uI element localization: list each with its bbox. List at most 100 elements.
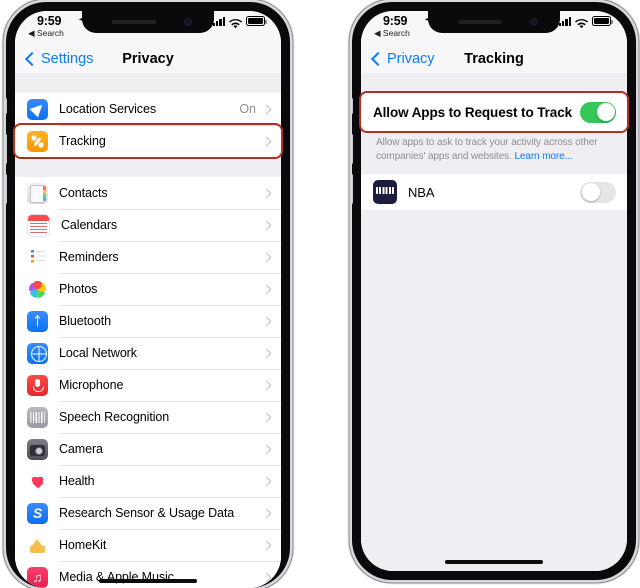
cellular-bars-icon bbox=[212, 16, 225, 26]
row-label: Microphone bbox=[59, 378, 124, 392]
toggle-knob bbox=[581, 183, 600, 201]
row-label: Health bbox=[59, 474, 95, 488]
row-local-network[interactable]: Local Network bbox=[15, 337, 281, 369]
privacy-list: Location Services On Tracking Contacts C… bbox=[15, 73, 281, 588]
row-location-services[interactable]: Location Services On bbox=[15, 93, 281, 125]
front-camera bbox=[530, 18, 538, 26]
row-label: Research Sensor & Usage Data bbox=[59, 506, 235, 520]
row-reminders[interactable]: Reminders bbox=[15, 241, 281, 273]
allow-tracking-toggle[interactable] bbox=[580, 101, 616, 123]
row-calendars[interactable]: Calendars bbox=[15, 209, 281, 241]
row-camera[interactable]: Camera bbox=[15, 433, 281, 465]
volume-up-button[interactable] bbox=[6, 134, 7, 164]
row-contacts[interactable]: Contacts bbox=[15, 177, 281, 209]
row-allow-apps-to-request-to-track[interactable]: Allow Apps to Request to Track bbox=[361, 93, 627, 131]
power-button[interactable] bbox=[289, 152, 290, 200]
location-services-icon bbox=[27, 98, 48, 120]
chevron-right-icon bbox=[261, 380, 272, 390]
volume-up-button[interactable] bbox=[352, 134, 353, 164]
earpiece-speaker bbox=[458, 20, 502, 24]
status-indicators bbox=[558, 16, 613, 29]
row-microphone[interactable]: Microphone bbox=[15, 369, 281, 401]
local-network-icon bbox=[27, 342, 48, 364]
speech-recognition-icon bbox=[27, 406, 48, 428]
phone-right-tracking: 9:59 ◀ Search Privacy Tracking Allow App… bbox=[352, 2, 636, 580]
row-media-apple-music[interactable]: Media & Apple Music bbox=[15, 561, 281, 588]
privacy-group-permissions: Contacts Calendars Reminders Photos ᛏ Bl… bbox=[15, 177, 281, 588]
row-label: Speech Recognition bbox=[59, 410, 170, 424]
row-label: HomeKit bbox=[59, 538, 107, 552]
back-label: Privacy bbox=[387, 51, 435, 67]
row-value: On bbox=[239, 102, 256, 116]
silent-switch[interactable] bbox=[6, 98, 7, 114]
chevron-right-icon bbox=[261, 476, 272, 486]
nba-tracking-toggle[interactable] bbox=[580, 181, 616, 203]
chevron-right-icon bbox=[261, 348, 272, 358]
row-health[interactable]: Health bbox=[15, 465, 281, 497]
row-photos[interactable]: Photos bbox=[15, 273, 281, 305]
chevron-right-icon bbox=[261, 316, 272, 326]
silent-switch[interactable] bbox=[352, 98, 353, 114]
tracking-apps-group: NBA bbox=[361, 174, 627, 210]
chevron-right-icon bbox=[261, 412, 272, 422]
chevron-right-icon bbox=[261, 188, 272, 198]
screenshot-root: 9:59 ◀ Search Settings Privacy Location … bbox=[0, 0, 640, 588]
wifi-icon bbox=[575, 16, 588, 29]
homekit-icon bbox=[27, 534, 48, 556]
back-to-privacy-button[interactable]: Privacy bbox=[370, 51, 435, 67]
row-app-nba[interactable]: NBA bbox=[361, 174, 627, 210]
power-button[interactable] bbox=[635, 152, 636, 200]
media-apple-music-icon bbox=[27, 566, 48, 588]
row-label: Reminders bbox=[59, 250, 119, 264]
section-gap bbox=[361, 73, 627, 93]
chevron-right-icon bbox=[261, 104, 272, 114]
nav-bar-right: Privacy Tracking bbox=[361, 45, 627, 73]
section-gap bbox=[15, 73, 281, 93]
row-homekit[interactable]: HomeKit bbox=[15, 529, 281, 561]
status-back-to-search[interactable]: ◀ Search bbox=[28, 28, 64, 39]
row-tracking[interactable]: Tracking bbox=[15, 125, 281, 157]
row-speech-recognition[interactable]: Speech Recognition bbox=[15, 401, 281, 433]
nav-bar-left: Settings Privacy bbox=[15, 45, 281, 73]
home-indicator[interactable] bbox=[99, 578, 197, 583]
row-label: Local Network bbox=[59, 346, 137, 360]
row-label: Allow Apps to Request to Track bbox=[373, 104, 573, 120]
status-indicators bbox=[212, 16, 267, 29]
front-camera bbox=[184, 18, 192, 26]
chevron-left-icon bbox=[24, 51, 40, 67]
battery-full-icon bbox=[246, 16, 267, 26]
photos-icon bbox=[27, 278, 48, 300]
notch bbox=[82, 11, 214, 33]
row-research-sensor-usage-data[interactable]: Research Sensor & Usage Data bbox=[15, 497, 281, 529]
back-label: Settings bbox=[41, 51, 94, 67]
status-back-label: Search bbox=[382, 28, 410, 38]
home-indicator[interactable] bbox=[445, 559, 543, 564]
privacy-group-primary: Location Services On Tracking bbox=[15, 93, 281, 157]
phone-left-privacy: 9:59 ◀ Search Settings Privacy Location … bbox=[6, 2, 290, 588]
learn-more-link[interactable]: Learn more... bbox=[514, 151, 572, 162]
earpiece-speaker bbox=[112, 20, 156, 24]
row-bluetooth[interactable]: ᛏ Bluetooth bbox=[15, 305, 281, 337]
tracking-icon bbox=[27, 130, 48, 152]
contacts-icon bbox=[27, 182, 48, 204]
row-label: Calendars bbox=[61, 218, 118, 232]
notch bbox=[428, 11, 560, 33]
chevron-right-icon bbox=[261, 252, 272, 262]
tracking-list: Allow Apps to Request to Track Allow app… bbox=[361, 73, 627, 571]
bluetooth-icon: ᛏ bbox=[27, 310, 48, 332]
row-label: Camera bbox=[59, 442, 103, 456]
row-label: Tracking bbox=[59, 134, 106, 148]
chevron-left-icon bbox=[370, 51, 386, 67]
back-triangle-icon: ◀ bbox=[28, 28, 35, 38]
tracking-footer-note: Allow apps to ask to track your activity… bbox=[361, 131, 627, 165]
volume-down-button[interactable] bbox=[352, 174, 353, 204]
section-gap bbox=[361, 165, 627, 174]
toggle-knob bbox=[596, 103, 615, 121]
back-to-settings-button[interactable]: Settings bbox=[24, 51, 94, 67]
wifi-icon bbox=[229, 16, 242, 29]
microphone-icon bbox=[27, 374, 48, 396]
status-back-to-search[interactable]: ◀ Search bbox=[374, 28, 410, 39]
volume-down-button[interactable] bbox=[6, 174, 7, 204]
section-gap bbox=[15, 157, 281, 177]
chevron-right-icon bbox=[261, 508, 272, 518]
